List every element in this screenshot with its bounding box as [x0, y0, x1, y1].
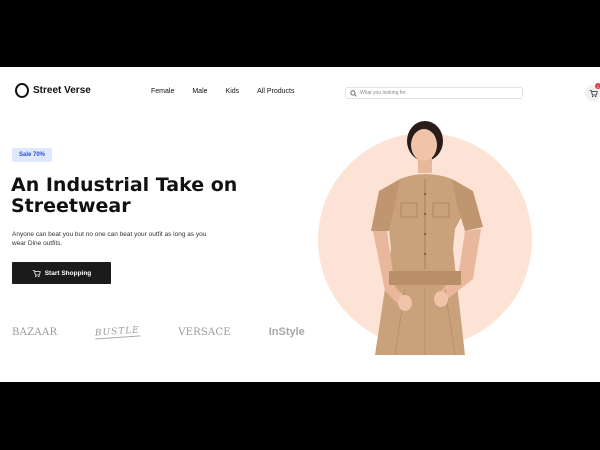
nav-item-female[interactable]: Female: [151, 88, 174, 95]
brand-logos: BAZAAR BUSTLE VERSACE InStyle: [12, 324, 343, 340]
search-icon: [350, 89, 357, 97]
search-bar[interactable]: [345, 87, 523, 99]
main-nav: Female Male Kids All Products: [151, 88, 313, 95]
brand-logo[interactable]: Street Verse: [15, 83, 91, 98]
cart-icon: [32, 269, 41, 277]
nav-item-male[interactable]: Male: [192, 88, 207, 95]
landing-page: Street Verse Female Male Kids All Produc…: [0, 67, 600, 382]
brand-logo-versace: VERSACE: [178, 326, 231, 338]
search-input[interactable]: [360, 90, 520, 96]
logo-text: Street Verse: [33, 85, 91, 96]
cart-button[interactable]: 1: [585, 83, 600, 101]
cart-icon: [589, 89, 598, 97]
brand-logo-bazaar: BAZAAR: [12, 326, 58, 338]
hero-model-image: [371, 121, 483, 355]
start-shopping-button[interactable]: Start Shopping: [12, 262, 111, 284]
hero-title-line2: Streetwear: [11, 195, 131, 217]
brand-logo-bustle: BUSTLE: [94, 324, 141, 340]
hero-description: Anyone can beat you but no one can beat …: [12, 231, 207, 247]
brand-logo-instyle: InStyle: [268, 326, 305, 338]
hero-title-line1: An Industrial Take on: [11, 174, 238, 196]
nav-item-kids[interactable]: Kids: [226, 88, 240, 95]
hero-title: An Industrial Take on Streetwear: [11, 175, 271, 217]
nav-item-all-products[interactable]: All Products: [257, 88, 294, 95]
sale-badge: Sale 70%: [12, 148, 53, 162]
cart-count-badge: 1: [595, 83, 600, 89]
start-shopping-label: Start Shopping: [44, 269, 92, 277]
logo-ring-icon: [15, 83, 29, 98]
